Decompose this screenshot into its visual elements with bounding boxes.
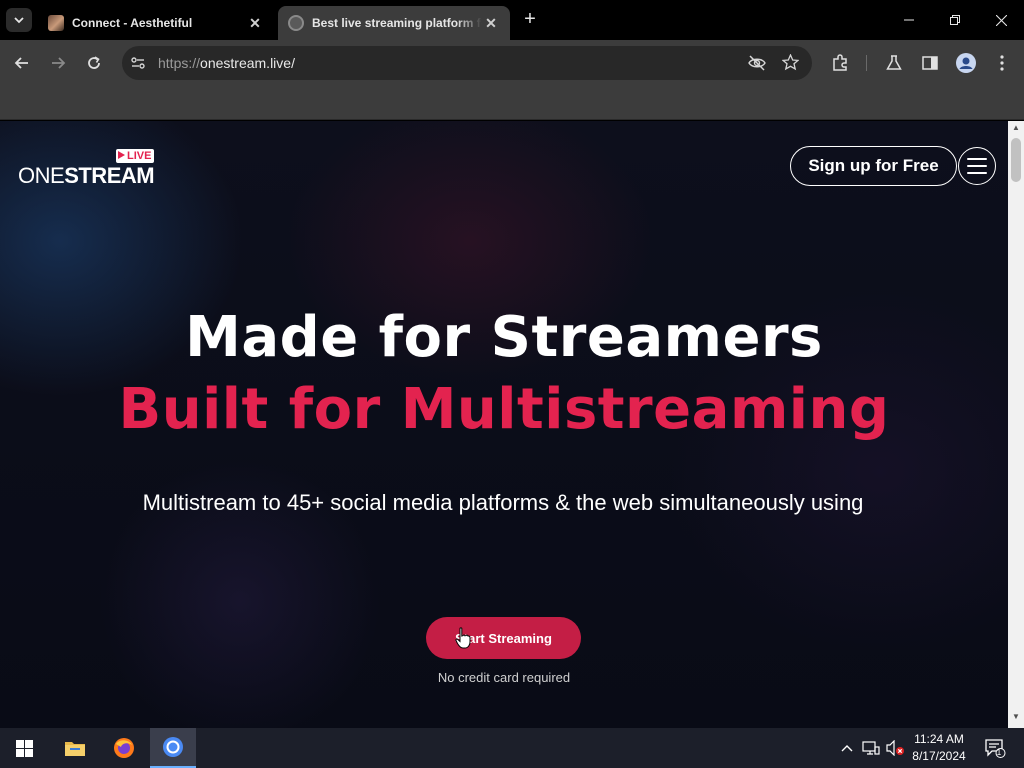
tab-onestream[interactable]: Best live streaming platform fo ✕ <box>278 6 510 40</box>
system-clock[interactable]: 11:24 AM 8/17/2024 <box>900 731 978 765</box>
tab-title: Best live streaming platform fo <box>312 16 482 30</box>
tab-title: Connect - Aesthetiful <box>72 16 193 30</box>
new-tab-button[interactable]: + <box>518 8 542 32</box>
file-explorer-taskbar-button[interactable] <box>52 728 98 768</box>
back-button[interactable] <box>8 49 36 77</box>
eye-off-icon[interactable] <box>748 55 766 71</box>
globe-icon <box>288 15 304 31</box>
reload-button[interactable] <box>80 49 108 77</box>
browser-menu-button[interactable] <box>988 49 1016 77</box>
hero-subtext: Multistream to 45+ social media platform… <box>142 490 864 515</box>
side-panel-icon <box>922 56 938 70</box>
menu-line <box>967 172 987 174</box>
more-vertical-icon <box>1000 55 1004 71</box>
browser-toolbar: https://onestream.live/ <box>0 40 1024 86</box>
start-button[interactable] <box>0 728 48 768</box>
labs-button[interactable] <box>880 49 908 77</box>
flask-icon <box>886 55 902 70</box>
logo-stream: STREAM <box>64 163 155 188</box>
page-viewport: ONESTREAM LIVE Sign up for Free Made for… <box>0 121 1008 728</box>
minimize-icon <box>904 19 914 21</box>
hamburger-menu-button[interactable] <box>958 147 996 185</box>
notifications-button[interactable]: 1 <box>980 728 1010 768</box>
profile-avatar-icon <box>956 53 976 73</box>
tab-strip: Connect - Aesthetiful ✕ Best live stream… <box>0 0 1024 40</box>
toolbar-divider <box>866 55 867 71</box>
scrollbar-thumb[interactable] <box>1011 138 1021 182</box>
chrome-icon <box>163 737 183 757</box>
reload-icon <box>88 56 100 69</box>
show-hidden-icons-button[interactable] <box>838 728 856 768</box>
url-text[interactable]: https://onestream.live/ <box>158 55 295 71</box>
hand-cursor-icon <box>455 627 471 649</box>
restore-button[interactable] <box>932 0 978 40</box>
start-streaming-button[interactable]: Start Streaming <box>426 617 581 659</box>
profile-button[interactable] <box>952 49 980 77</box>
scroll-up-arrow-icon[interactable]: ▲ <box>1008 123 1024 137</box>
play-icon <box>118 151 125 159</box>
puzzle-icon <box>833 54 847 71</box>
minimize-button[interactable] <box>886 0 932 40</box>
headline-line-2: Built for Multistreaming <box>118 377 890 442</box>
side-panel-button[interactable] <box>916 49 944 77</box>
forward-button[interactable] <box>44 49 72 77</box>
address-bar[interactable]: https://onestream.live/ <box>122 46 812 80</box>
close-window-button[interactable] <box>978 0 1024 40</box>
windows-logo-icon <box>15 739 33 757</box>
chrome-taskbar-button[interactable] <box>150 728 196 768</box>
chevron-up-icon <box>841 745 853 752</box>
forward-arrow-icon <box>52 57 66 69</box>
logo-wordmark: ONESTREAM <box>18 163 155 189</box>
live-badge-label: LIVE <box>127 150 152 162</box>
site-info-icon[interactable] <box>130 55 146 71</box>
windows-taskbar: 11:24 AM 8/17/2024 1 <box>0 728 1024 768</box>
page-scrollbar[interactable]: ▲ ▼ <box>1008 121 1024 728</box>
close-tab-icon[interactable]: ✕ <box>482 15 500 32</box>
no-credit-card-note: No credit card required <box>437 670 571 685</box>
url-scheme: https:// <box>158 55 201 71</box>
restore-icon <box>950 15 960 25</box>
logo-one: ONE <box>18 163 65 188</box>
back-arrow-icon <box>14 57 28 69</box>
sign-up-button[interactable]: Sign up for Free <box>790 146 957 186</box>
url-host: onestream.live/ <box>200 55 295 71</box>
clock-date: 8/17/2024 <box>912 749 966 763</box>
close-tab-icon[interactable]: ✕ <box>246 15 264 32</box>
live-badge: LIVE <box>116 149 155 163</box>
extensions-button[interactable] <box>826 49 854 77</box>
tab-favicon <box>48 15 64 31</box>
close-icon <box>995 14 1007 26</box>
headline-line-1: Made for Streamers <box>185 305 823 370</box>
tab-search-button[interactable] <box>6 8 32 32</box>
folder-icon <box>65 742 85 756</box>
tab-connect-aesthetiful[interactable]: Connect - Aesthetiful ✕ <box>38 6 274 40</box>
onestream-logo[interactable]: ONESTREAM LIVE <box>18 149 158 189</box>
bookmark-star-icon[interactable] <box>782 54 799 71</box>
network-tray-button[interactable] <box>860 728 882 768</box>
chevron-down-icon <box>14 17 24 24</box>
clock-time: 11:24 AM <box>914 732 964 746</box>
bookmarks-bar <box>0 86 1024 120</box>
menu-line <box>967 165 987 167</box>
scroll-down-arrow-icon[interactable]: ▼ <box>1008 712 1024 726</box>
firefox-taskbar-button[interactable] <box>101 728 147 768</box>
network-icon <box>862 741 880 755</box>
notification-count: 1 <box>996 748 1002 757</box>
menu-line <box>967 158 987 160</box>
firefox-icon <box>114 738 134 758</box>
